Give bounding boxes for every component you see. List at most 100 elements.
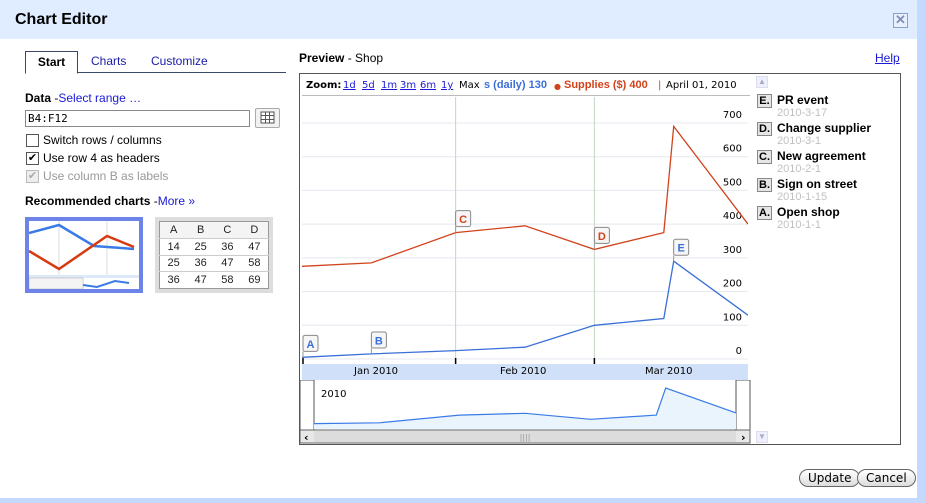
thumb-chart-graphic [29,221,139,289]
y-tick-label: 600 [723,144,742,155]
range-right-handle [735,380,751,433]
zoom-max-link[interactable]: Max [459,80,480,91]
event-date: 2010-3-17 [777,107,828,119]
events-list: E. PR event 2010-3-17 D. Change supplier… [754,76,900,444]
use-column-labels-checkbox: ✔ [26,170,39,183]
events-scroll-down[interactable]: ▼ [756,431,768,443]
thumb-cell: 58 [240,254,269,272]
legend-sales: s (daily) 130 [484,79,547,91]
zoom-1d-link[interactable]: 1d [343,80,356,91]
legend-pipe: | [658,80,662,91]
update-button[interactable]: Update [799,469,861,487]
select-range-button[interactable] [255,108,280,128]
close-icon[interactable]: ✕ [893,13,908,28]
thumb-cell: 36 [159,271,188,289]
tab-charts[interactable]: Charts [81,51,136,73]
thumb-cell: 36 [187,254,214,272]
thumb-table: A B C D 14 25 36 47 25 36 47 58 36 47 58 [159,221,269,289]
event-title: Open shop [777,205,840,219]
switch-rows-checkbox[interactable] [26,134,39,147]
more-charts-link[interactable]: More » [158,194,195,208]
date-axis: Jan 2010 Feb 2010 Mar 2010 [302,364,748,380]
recommended-line-chart-thumb[interactable] [25,217,143,293]
event-letter[interactable]: D. [757,122,772,136]
main-chart[interactable]: 0100200300400500600700A BCDE [302,97,748,364]
cancel-button[interactable]: Cancel [857,469,916,487]
use-row-headers-checkbox[interactable]: ✔ [26,152,39,165]
series-line [302,260,748,358]
zoom-3m-link[interactable]: 3m [400,80,416,91]
x-tick-label: Jan 2010 [354,366,399,377]
help-link[interactable]: Help [875,51,900,65]
annotation-flag[interactable]: C [455,210,472,233]
thumb-cell: 47 [240,237,269,255]
editor-tabs: Start Charts Customize [25,51,286,74]
data-heading: Data -Select range … [25,91,141,105]
flag-letter: E [677,243,684,255]
current-date: April 01, 2010 [666,80,737,91]
legend-supplies: Supplies ($) 400 [564,79,648,91]
switch-rows-label: Switch rows / columns [43,133,162,147]
preview-label: Preview [299,51,345,65]
zoom-1m-link[interactable]: 1m [381,80,397,91]
y-tick-label: 200 [723,279,742,290]
range-selector[interactable]: 2010 |||| ‹ › [300,380,752,444]
annotation-flag[interactable]: A [302,334,319,358]
thumb-cell: 47 [187,271,214,289]
event-letter[interactable]: E. [757,94,772,108]
x-tick-label: Mar 2010 [645,366,693,377]
tab-start[interactable]: Start [25,51,78,74]
range-year-label: 2010 [321,389,346,400]
event-title: Change supplier [777,121,872,135]
flag-letter: D [598,231,606,243]
preview-heading: Preview - Shop [299,51,383,65]
range-left-handle [300,380,315,433]
thumb-cell: B [187,221,214,239]
zoom-5d-link[interactable]: 5d [362,80,375,91]
tab-customize[interactable]: Customize [141,51,218,73]
preview-sheet-name: Shop [355,51,384,65]
grid-icon [260,111,275,124]
event-letter[interactable]: A. [757,206,772,220]
recommended-label: Recommended charts [25,194,151,208]
y-tick-label: 300 [723,245,742,256]
select-range-link[interactable]: Select range … [58,91,141,105]
recommended-table-thumb[interactable]: A B C D 14 25 36 47 25 36 47 58 36 47 58 [155,217,273,293]
thumb-cell: A [159,221,188,239]
thumb-cell: 58 [213,271,241,289]
recommended-heading: Recommended charts -More » [25,194,195,208]
event-letter[interactable]: B. [757,178,772,192]
zoom-6m-link[interactable]: 6m [420,80,436,91]
thumb-cell: 47 [213,254,241,272]
thumb-cell: 69 [240,271,269,289]
thumb-cell: 14 [159,237,188,255]
x-tick-label: Feb 2010 [500,366,547,377]
y-tick-label: 500 [723,177,742,188]
flag-letter: C [459,214,467,226]
event-title: New agreement [777,149,866,163]
zoom-1y-link[interactable]: 1y [441,80,453,91]
dialog-title: Chart Editor [15,11,108,28]
event-date: 2010-1-15 [777,191,828,203]
thumb-cell: 25 [159,254,188,272]
event-title: Sign on street [777,177,858,191]
flag-letter: A [307,339,315,351]
event-title: PR event [777,93,829,107]
y-tick-label: 700 [723,110,742,121]
event-date: 2010-2-1 [777,163,822,175]
y-tick-label: 0 [736,346,742,357]
scroll-right-icon: › [741,431,746,444]
event-date: 2010-3-1 [777,135,822,147]
chart-editor-dialog: Chart Editor ✕ Start Charts Customize Da… [0,0,917,498]
y-tick-label: 100 [723,312,742,323]
dialog-titlebar: Chart Editor ✕ [0,0,917,39]
scroll-left-icon: ‹ [304,431,309,444]
use-row-headers-label: Use row 4 as headers [43,151,160,165]
thumb-cell: C [213,221,241,239]
scroll-grip-icon: |||| [520,433,531,442]
event-letter[interactable]: C. [757,150,772,164]
range-input[interactable] [25,110,250,127]
chart-zoom-toolbar: Zoom: 1d 5d 1m 3m 6m 1y Max s (daily) 13… [302,76,750,96]
annotation-flag[interactable]: B [370,331,387,354]
preview-separator: - [344,51,356,65]
